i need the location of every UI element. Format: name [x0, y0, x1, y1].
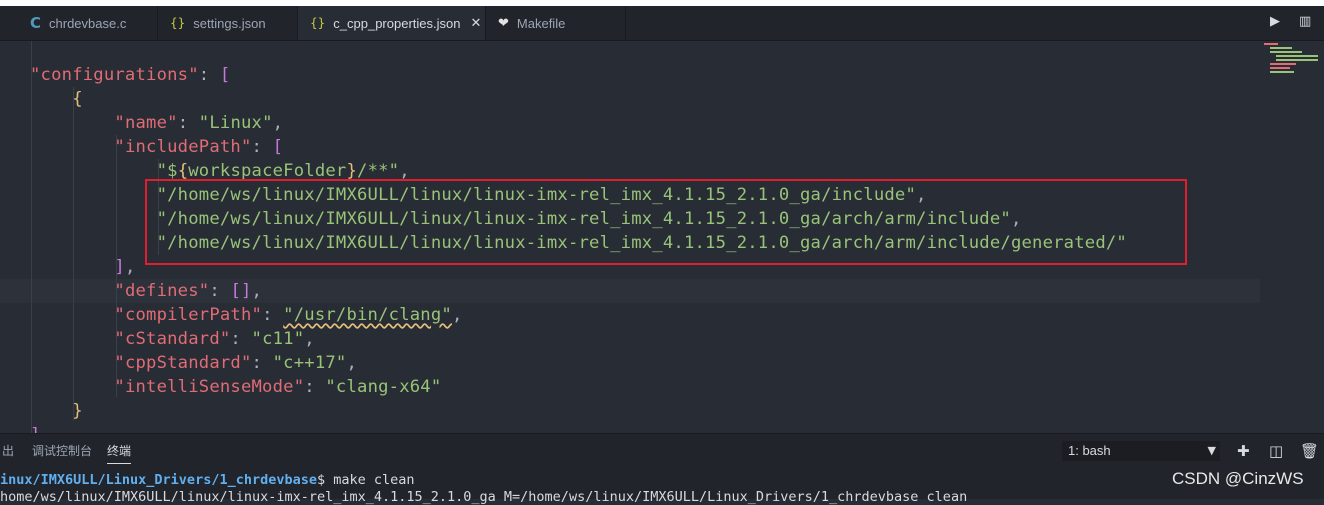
tab-label: settings.json	[193, 15, 266, 31]
tab-output[interactable]: 出	[2, 442, 14, 459]
tab-settings-json[interactable]: {} settings.json	[158, 6, 298, 40]
terminal-line: home/ws/linux/IMX6ULL/linux/linux-imx-re…	[0, 489, 968, 505]
code-line: "includePath": [	[114, 137, 284, 157]
code-line: "defines": [],	[114, 281, 263, 301]
code-line: "name": "Linux",	[114, 113, 284, 133]
chevron-down-icon: ▼	[1207, 444, 1216, 457]
split-editor-icon[interactable]: ▥	[1299, 14, 1311, 29]
tab-label: c_cpp_properties.json	[333, 15, 461, 31]
code-line: "cStandard": "c11",	[114, 329, 315, 349]
tab-label: chrdevbase.c	[49, 15, 127, 31]
add-terminal-icon[interactable]: ✚	[1237, 442, 1250, 460]
code-line: ]	[30, 423, 41, 433]
terminal-line: inux/IMX6ULL/Linux_Drivers/1_chrdevbase$…	[0, 472, 415, 488]
terminal-select[interactable]: 1: bash ▼	[1062, 441, 1220, 461]
tab-chrdevbase-c[interactable]: C chrdevbase.c	[18, 6, 158, 40]
split-terminal-icon[interactable]: ◫	[1269, 442, 1283, 460]
makefile-icon: ❤	[498, 15, 509, 31]
minimap[interactable]	[1262, 41, 1320, 81]
c-file-icon: C	[30, 14, 42, 32]
code-line: "intelliSenseMode": "clang-x64"	[114, 377, 442, 397]
red-highlight-box	[145, 179, 1187, 265]
tab-debug-console[interactable]: 调试控制台	[32, 442, 92, 459]
run-icon[interactable]: ▶	[1270, 14, 1280, 29]
tab-c-cpp-properties-json[interactable]: {} c_cpp_properties.json ✕	[298, 6, 486, 40]
warning-squiggle: "/usr/bin/clang"	[283, 305, 452, 325]
code-editor[interactable]: "configurations": [ { "name": "Linux", "…	[0, 41, 1324, 433]
code-line: }	[72, 401, 83, 421]
code-line: "compilerPath": "/usr/bin/clang",	[114, 305, 463, 325]
editor-tab-bar: C chrdevbase.c {} settings.json {} c_cpp…	[0, 6, 1324, 41]
tab-label: Makefile	[516, 15, 566, 31]
trash-icon[interactable]: 🗑	[1300, 442, 1319, 460]
code-line: ],	[114, 257, 136, 277]
watermark: CSDN @CinzWS	[1172, 469, 1304, 488]
json-file-icon: {}	[310, 16, 326, 30]
bottom-panel: 出 调试控制台 终端 1: bash ▼ ✚ ◫ 🗑 inux/IMX6ULL/…	[0, 433, 1324, 505]
json-file-icon: {}	[170, 16, 186, 30]
tab-makefile[interactable]: ❤ Makefile	[486, 6, 626, 40]
tab-terminal[interactable]: 终端	[107, 442, 132, 464]
close-icon[interactable]: ✕	[470, 16, 481, 31]
code-line: "cppStandard": "c++17",	[114, 353, 358, 373]
code-line: "configurations": [	[30, 65, 231, 85]
terminal-select-value: 1: bash	[1068, 443, 1111, 458]
code-line: {	[72, 89, 83, 109]
